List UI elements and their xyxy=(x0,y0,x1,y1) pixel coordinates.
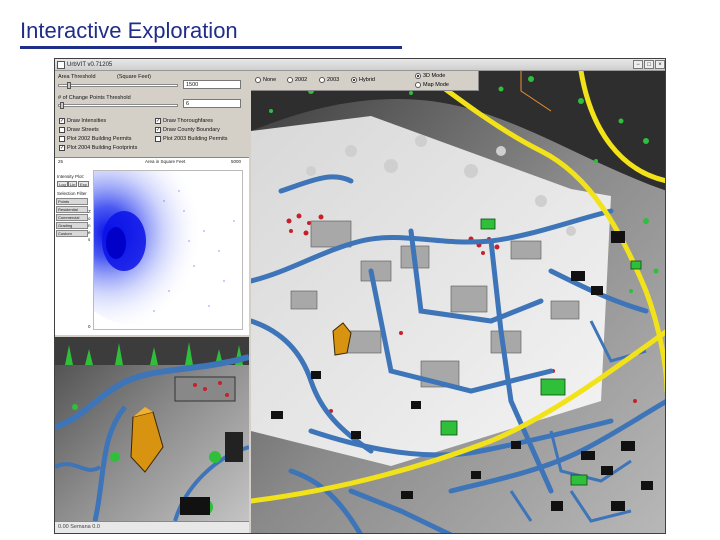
checkbox-label: Draw Streets xyxy=(67,127,99,133)
log-scale-button[interactable]: Log xyxy=(57,181,68,187)
selection-filter-label: Selection Filter xyxy=(57,191,87,196)
view-mode-map-radio[interactable] xyxy=(415,82,421,88)
change-points-label: # of Change Points Threshold xyxy=(58,95,131,101)
checkbox-label: Draw Intensities xyxy=(67,118,107,124)
exp-scale-button[interactable]: Exp xyxy=(78,181,89,187)
year-radio-2002[interactable] xyxy=(287,77,293,83)
change-points-slider[interactable] xyxy=(58,104,178,107)
x-axis-max: 5000 xyxy=(231,159,242,164)
app-icon xyxy=(57,61,65,69)
slide-title: Interactive Exploration xyxy=(20,18,238,43)
checkbox-label: Plot 2003 Building Permits xyxy=(163,136,228,142)
window-title: UrbVIT v0.71205 xyxy=(67,62,113,68)
draw-thoroughfares-checkbox[interactable]: ✓ xyxy=(155,118,161,124)
y-axis-label: Z o n e s xyxy=(88,209,91,242)
window-titlebar[interactable]: UrbVIT v0.71205 − □ × xyxy=(55,59,665,71)
radio-label: Map Mode xyxy=(423,82,449,88)
filter-commercial[interactable]: Commercial xyxy=(56,214,88,221)
radio-label: 2002 xyxy=(295,77,308,83)
filter-residential[interactable]: Residential xyxy=(56,206,88,213)
change-points-input[interactable]: 6 xyxy=(183,99,241,108)
radio-label: 2003 xyxy=(327,77,340,83)
intensity-scatter-panel: 25 Area in Square Feet 5000 Intensity Pl… xyxy=(55,156,249,335)
checkbox-label: Draw County Boundary xyxy=(163,127,220,133)
lin-scale-button[interactable]: Lin xyxy=(68,181,78,187)
minimize-button[interactable]: − xyxy=(633,60,643,69)
close-button[interactable]: × xyxy=(655,60,665,69)
draw-streets-checkbox[interactable] xyxy=(59,127,65,133)
area-threshold-input[interactable]: 1500 xyxy=(183,80,241,89)
draw-intensities-checkbox[interactable]: ✓ xyxy=(59,118,65,124)
overview-terrain-graphic xyxy=(55,337,249,521)
plot-2002-permits-checkbox[interactable] xyxy=(59,136,65,142)
main-3d-view[interactable] xyxy=(251,71,665,533)
radio-label: Hybrid xyxy=(359,77,375,83)
checkbox-label: Plot 2004 Building Footprints xyxy=(67,145,138,151)
mode-toolbar: None 2002 2003 Hybrid 3D Mode Map Mode xyxy=(251,71,479,91)
area-threshold-slider-thumb[interactable] xyxy=(67,82,71,89)
maximize-button[interactable]: □ xyxy=(644,60,654,69)
year-radio-none[interactable] xyxy=(255,77,261,83)
city-3d-scene-graphic xyxy=(251,71,665,533)
area-threshold-label: Area Threshold xyxy=(58,74,96,80)
filter-custom[interactable]: Custom xyxy=(56,230,88,237)
intensity-scatter-plot[interactable] xyxy=(59,156,243,330)
checkbox-label: Plot 2002 Building Permits xyxy=(67,136,132,142)
app-window: UrbVIT v0.71205 − □ × Area Threshold (Sq… xyxy=(54,58,666,534)
year-radio-hybrid[interactable] xyxy=(351,77,357,83)
year-radio-2003[interactable] xyxy=(319,77,325,83)
plot-2003-permits-checkbox[interactable] xyxy=(155,136,161,142)
area-threshold-slider[interactable] xyxy=(58,84,178,87)
status-bar: 0.00 Semana 0.0 xyxy=(55,521,249,533)
draw-county-boundary-checkbox[interactable]: ✓ xyxy=(155,127,161,133)
intensity-plot-label: Intensity Plot: xyxy=(57,174,85,179)
overview-3d-view[interactable] xyxy=(55,337,249,521)
x-axis-label: Area in Square Feet xyxy=(145,159,186,164)
control-panel: Area Threshold (Square Feet) 1500 # of C… xyxy=(55,71,249,170)
scatter-density-graphic xyxy=(59,156,235,326)
checkbox-label: Draw Thoroughfares xyxy=(163,118,214,124)
view-mode-3d-radio[interactable] xyxy=(415,73,421,79)
x-axis-min: 25 xyxy=(58,159,64,164)
title-underline xyxy=(20,46,402,49)
radio-label: None xyxy=(263,77,277,83)
filter-grading[interactable]: Grading xyxy=(56,222,88,229)
plot-2004-footprints-checkbox[interactable]: ✓ xyxy=(59,145,65,151)
area-threshold-unit: (Square Feet) xyxy=(117,74,151,80)
change-points-slider-thumb[interactable] xyxy=(60,102,64,109)
radio-label: 3D Mode xyxy=(423,73,446,79)
filter-points[interactable]: Points xyxy=(56,198,88,205)
y-axis-min: 0 xyxy=(88,324,91,329)
